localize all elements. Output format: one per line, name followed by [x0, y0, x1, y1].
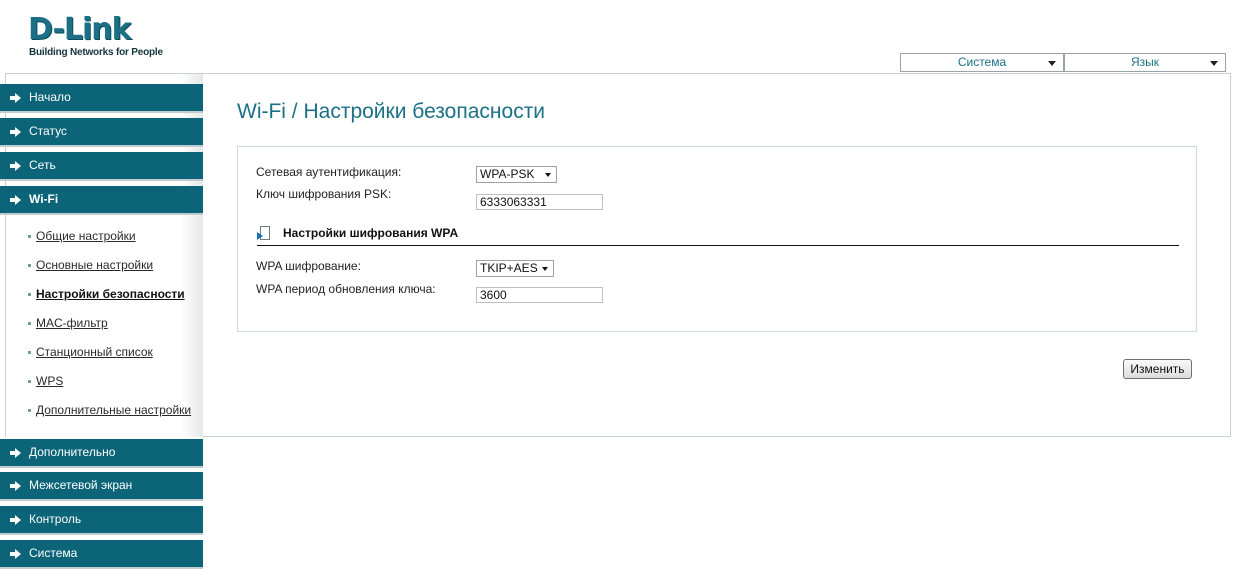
chevron-down-icon: [545, 173, 551, 177]
bullet-icon: [28, 293, 31, 296]
bullet-icon: [28, 351, 31, 354]
rekey-period-input[interactable]: [476, 287, 603, 303]
network-auth-value: WPA-PSK: [480, 167, 535, 181]
submenu-label: Дополнительные настройки: [36, 403, 192, 417]
nav-item-wifi[interactable]: Wi-Fi: [0, 186, 203, 215]
submenu-label: Основные настройки: [36, 258, 154, 272]
rekey-period-label: WPA период обновления ключа:: [256, 282, 436, 296]
nav-item-label: Система: [29, 546, 78, 560]
arrow-right-icon: [10, 549, 21, 559]
bullet-icon: [28, 380, 31, 383]
submenu-wps[interactable]: WPS: [28, 374, 63, 388]
wpa-encryption-select[interactable]: TKIP+AES: [476, 260, 554, 277]
submenu-label: WPS: [36, 374, 64, 388]
wpa-encryption-value: TKIP+AES: [480, 261, 538, 275]
submenu-basic-settings[interactable]: Основные настройки: [28, 258, 153, 272]
submenu-general-settings[interactable]: Общие настройки: [28, 229, 136, 243]
nav-item-advanced[interactable]: Дополнительно: [0, 439, 203, 468]
nav-item-control[interactable]: Контроль: [0, 506, 203, 535]
nav-item-label: Контроль: [29, 512, 82, 526]
submenu-station-list[interactable]: Станционный список: [28, 345, 153, 359]
chevron-down-icon: [1048, 61, 1056, 66]
apply-button[interactable]: Изменить: [1123, 359, 1192, 379]
system-menu-dropdown[interactable]: Система: [900, 53, 1064, 72]
submenu-label: MAC-фильтр: [36, 316, 108, 330]
language-label: Язык: [1130, 55, 1160, 69]
nav-item-label: Межсетевой экран: [29, 478, 133, 492]
bullet-icon: [28, 264, 31, 267]
d-link-logo: D-Link Building Networks for People: [28, 14, 168, 62]
arrow-right-icon: [10, 195, 21, 205]
bullet-icon: [28, 322, 31, 325]
submenu-advanced-settings[interactable]: Дополнительные настройки: [28, 403, 191, 417]
nav-item-label: Начало: [29, 90, 71, 104]
submenu-label: Станционный список: [36, 345, 153, 359]
wpa-encryption-section-header: Настройки шифрования WPA: [257, 224, 1179, 246]
logo-tagline: Building Networks for People: [29, 47, 163, 58]
nav-item-status[interactable]: Статус: [0, 118, 203, 147]
bullet-icon: [28, 235, 31, 238]
logo-brand: D-Link: [28, 12, 132, 47]
arrow-right-icon: [10, 448, 21, 458]
arrow-right-icon: [10, 127, 21, 137]
nav-item-label: Дополнительно: [29, 445, 116, 459]
document-arrow-icon: [257, 226, 271, 242]
arrow-right-icon: [10, 161, 21, 171]
language-dropdown[interactable]: Язык: [1064, 53, 1226, 72]
system-menu-label: Система: [957, 55, 1007, 69]
nav-item-system[interactable]: Система: [0, 540, 203, 569]
arrow-right-icon: [10, 515, 21, 525]
submenu-security-settings[interactable]: Настройки безопасности: [28, 287, 185, 301]
submenu-mac-filter[interactable]: MAC-фильтр: [28, 316, 108, 330]
wpa-encryption-label: WPA шифрование:: [256, 259, 361, 273]
nav-item-home[interactable]: Начало: [0, 84, 203, 113]
nav-item-network[interactable]: Сеть: [0, 152, 203, 181]
psk-key-input[interactable]: [476, 194, 603, 210]
chevron-down-icon: [542, 267, 548, 271]
bullet-icon: [28, 409, 31, 412]
submenu-label: Общие настройки: [36, 229, 136, 243]
network-auth-select[interactable]: WPA-PSK: [476, 166, 557, 183]
section-title: Настройки шифрования WPA: [283, 226, 459, 240]
nav-item-firewall[interactable]: Межсетевой экран: [0, 472, 203, 501]
submenu-label: Настройки безопасности: [36, 287, 185, 301]
nav-item-label: Сеть: [29, 158, 56, 172]
nav-item-label: Wi-Fi: [29, 192, 59, 206]
nav-item-label: Статус: [29, 124, 67, 138]
page-title: Wi-Fi / Настройки безопасности: [237, 100, 546, 123]
chevron-down-icon: [1210, 61, 1218, 66]
network-auth-label: Сетевая аутентификация:: [256, 165, 402, 179]
arrow-right-icon: [10, 93, 21, 103]
psk-key-label: Ключ шифрования PSK:: [256, 187, 392, 201]
arrow-right-icon: [10, 481, 21, 491]
